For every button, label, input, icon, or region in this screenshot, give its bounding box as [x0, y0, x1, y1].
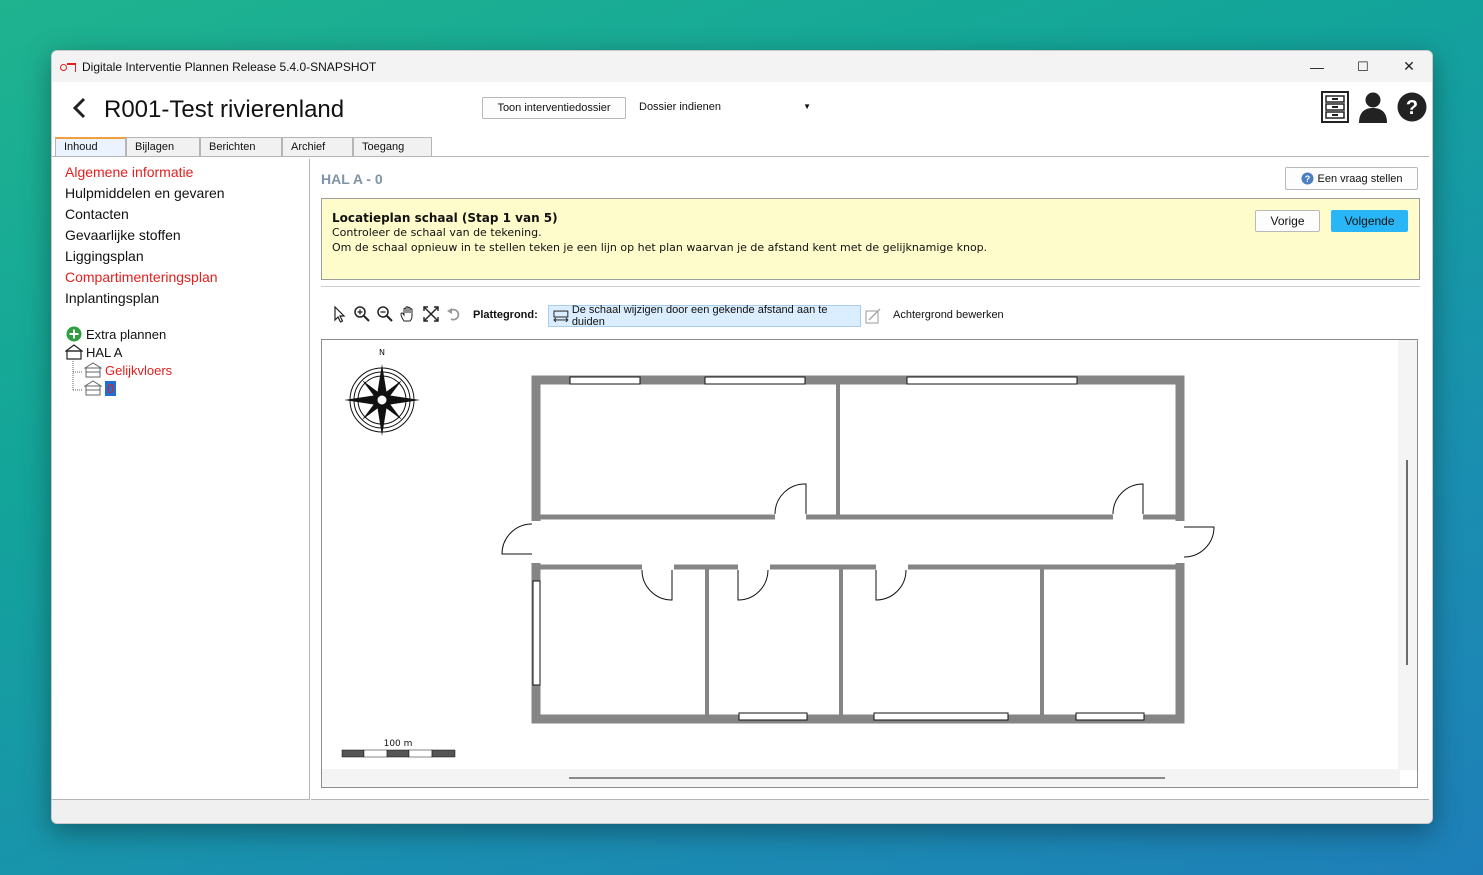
tab-inhoud[interactable]: Inhoud: [55, 137, 126, 156]
add-circle-icon: [66, 326, 82, 342]
sidebar-item-gevaarlijke-stoffen[interactable]: Gevaarlijke stoffen: [65, 227, 181, 243]
submit-dossier-value: Dossier indienen: [639, 101, 721, 113]
building-icon: [65, 344, 83, 360]
tree-building-label: HAL A: [86, 344, 123, 360]
sidebar-item-compartimenteringsplan[interactable]: Compartimenteringsplan: [65, 269, 218, 285]
sidebar-item-liggingsplan[interactable]: Liggingsplan: [65, 248, 144, 264]
next-button[interactable]: Volgende: [1331, 210, 1408, 232]
horizontal-scrollbar-thumb[interactable]: [569, 777, 1165, 779]
change-scale-label: De schaal wijzigen door een gekende afst…: [571, 304, 828, 328]
vertical-scrollbar-thumb[interactable]: [1406, 460, 1408, 665]
submit-dossier-select[interactable]: Dossier indienen ▼: [639, 97, 811, 117]
step-notice: Locatieplan schaal (Stap 1 van 5) Contro…: [321, 198, 1420, 280]
sidebar-item-contacten[interactable]: Contacten: [65, 206, 129, 222]
notice-line-1: Controleer de schaal van de tekening.: [332, 226, 542, 239]
app-logo-icon: [60, 62, 76, 72]
previous-button[interactable]: Vorige: [1255, 210, 1320, 232]
undo-icon[interactable]: [445, 305, 463, 323]
tab-toegang[interactable]: Toegang: [353, 137, 432, 156]
edit-background-button[interactable]: Achtergrond bewerken: [893, 309, 1004, 321]
show-dossier-button[interactable]: Toon interventiedossier: [482, 97, 626, 119]
vertical-scrollbar[interactable]: [1398, 340, 1417, 770]
compass-icon: [344, 364, 420, 436]
tab-divider: [52, 156, 1429, 157]
floorplan-canvas[interactable]: N 100 m: [321, 339, 1418, 788]
ask-question-button[interactable]: ? Een vraag stellen: [1285, 167, 1418, 190]
tab-bijlagen[interactable]: Bijlagen: [126, 137, 200, 156]
ask-question-label: Een vraag stellen: [1317, 172, 1403, 185]
notice-title: Locatieplan schaal (Stap 1 van 5): [332, 211, 558, 225]
edit-background-icon[interactable]: [864, 307, 882, 325]
window-title: Digitale Interventie Plannen Release 5.4…: [82, 59, 377, 74]
floorplan-drawing: N 100 m: [341, 348, 1215, 758]
doors: [501, 483, 1215, 601]
notice-line-2: Om de schaal opnieuw in te stellen teken…: [332, 241, 988, 254]
window-controls: — ☐ ✕: [1294, 51, 1432, 82]
fit-extent-icon[interactable]: [422, 305, 440, 323]
svg-text:?: ?: [1304, 174, 1310, 184]
floor-icon: [84, 362, 102, 378]
horizontal-scrollbar[interactable]: [322, 769, 1400, 787]
tree-extra-plannen[interactable]: Extra plannen: [66, 326, 166, 342]
measure-icon: [553, 310, 569, 323]
page-title: HAL A - 0: [321, 171, 383, 187]
tree-floor-0-label: 0: [105, 380, 117, 396]
tree-extra-plannen-label: Extra plannen: [86, 326, 167, 342]
minimize-button[interactable]: —: [1294, 51, 1340, 82]
tree-building-hal-a[interactable]: HAL A: [65, 344, 122, 360]
title-bar: Digitale Interventie Plannen Release 5.4…: [52, 51, 1432, 82]
cabinet-icon[interactable]: [1320, 91, 1350, 123]
floor-icon: [84, 380, 102, 396]
scale-bar: [341, 749, 456, 758]
app-window: Digitale Interventie Plannen Release 5.4…: [51, 50, 1433, 824]
map-toolbar: Plattegrond: De schaal wijzigen door een…: [321, 286, 1420, 338]
user-icon[interactable]: [1358, 91, 1388, 123]
tree-floor-gelijkvloers[interactable]: Gelijkvloers: [84, 362, 172, 378]
help-icon[interactable]: ?: [1397, 91, 1427, 123]
sidebar: Algemene informatie Hulpmiddelen en geva…: [52, 159, 310, 800]
chevron-down-icon: ▼: [803, 102, 811, 111]
pan-hand-icon[interactable]: [399, 305, 417, 323]
close-button[interactable]: ✕: [1386, 51, 1432, 82]
tab-bar: Inhoud Bijlagen Berichten Archief Toegan…: [55, 137, 432, 156]
north-label: N: [379, 348, 385, 357]
svg-text:?: ?: [1406, 97, 1418, 119]
main-panel: HAL A - 0 ? Een vraag stellen Locatiepla…: [311, 159, 1429, 800]
zoom-in-icon[interactable]: [353, 305, 371, 323]
walls: [531, 375, 1185, 724]
pointer-icon[interactable]: [331, 305, 349, 323]
tree-floor-0[interactable]: 0: [84, 380, 117, 396]
back-arrow-icon[interactable]: [72, 96, 90, 122]
tab-berichten[interactable]: Berichten: [200, 137, 282, 156]
tab-archief[interactable]: Archief: [282, 137, 353, 156]
question-circle-icon: ?: [1301, 172, 1313, 185]
sidebar-item-algemene-informatie[interactable]: Algemene informatie: [65, 164, 193, 180]
sidebar-item-hulpmiddelen[interactable]: Hulpmiddelen en gevaren: [65, 185, 225, 201]
scale-label: 100 m: [384, 739, 413, 749]
zoom-out-icon[interactable]: [376, 305, 394, 323]
sidebar-item-inplantingsplan[interactable]: Inplantingsplan: [65, 290, 159, 306]
maximize-button[interactable]: ☐: [1340, 51, 1386, 82]
plattegrond-label: Plattegrond:: [473, 309, 538, 321]
dossier-title: R001-Test rivierenland: [104, 96, 345, 123]
status-bar: [52, 800, 1432, 823]
change-scale-button[interactable]: De schaal wijzigen door een gekende afst…: [548, 304, 861, 328]
tree-floor-gelijkvloers-label: Gelijkvloers: [105, 362, 173, 378]
